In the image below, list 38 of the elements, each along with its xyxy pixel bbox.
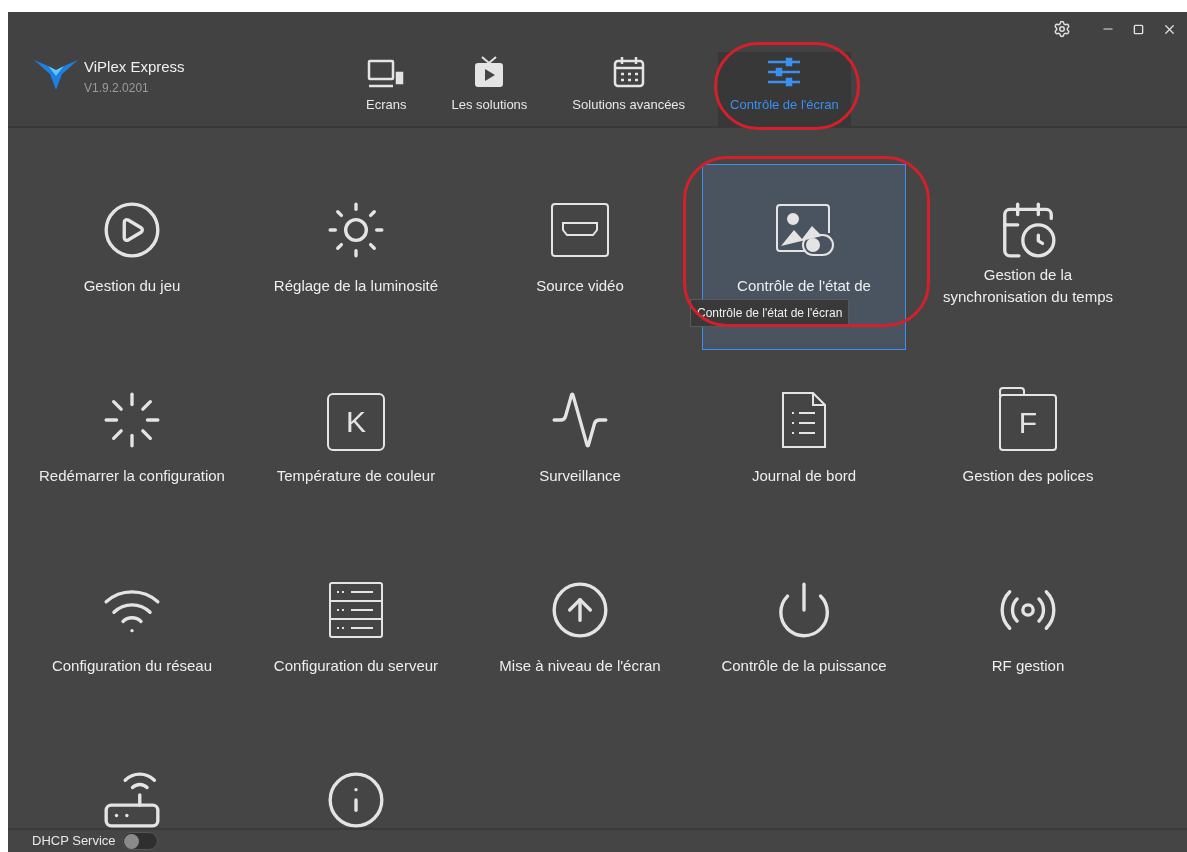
tile-label: Configuration du réseau bbox=[51, 656, 213, 676]
feature-tile[interactable]: Réglage de la luminosité bbox=[254, 164, 458, 350]
tile-label: Gestion du jeu bbox=[83, 276, 181, 296]
feature-tile[interactable]: Journal de bord bbox=[702, 354, 906, 540]
feature-tile[interactable]: Redémarrer la configuration bbox=[30, 354, 234, 540]
feature-tile[interactable]: Gestion de la synchronisation du temps bbox=[926, 164, 1130, 350]
nav-tab[interactable]: Les solutions bbox=[439, 52, 540, 126]
tile-label: Mise à niveau de l'écran bbox=[499, 656, 661, 676]
nav-tab[interactable]: Ecrans bbox=[354, 52, 419, 126]
tile-label: RF gestion bbox=[991, 656, 1065, 676]
feature-tile[interactable]: K Température de couleur bbox=[254, 354, 458, 540]
status-label: DHCP Service bbox=[32, 832, 116, 851]
tile-label: Température de couleur bbox=[276, 466, 436, 486]
feature-tile[interactable]: Gestion du jeu bbox=[30, 164, 234, 350]
tile-label: Gestion des polices bbox=[962, 466, 1094, 486]
letter-box-icon: K bbox=[327, 393, 385, 451]
feature-tile[interactable]: Source vidéo bbox=[478, 164, 682, 350]
nav-tab[interactable]: Solutions avancées bbox=[560, 52, 698, 126]
app-name: ViPlex Express bbox=[84, 57, 185, 77]
tile-label: Gestion de la synchronisation du temps bbox=[941, 265, 1115, 307]
tile-label: Source vidéo bbox=[536, 276, 624, 296]
feature-tile[interactable]: Configuration du serveur bbox=[254, 544, 458, 730]
feature-tile[interactable]: RF gestion bbox=[926, 544, 1130, 730]
feature-tile[interactable]: Surveillance bbox=[478, 354, 682, 540]
feature-tile[interactable]: Configuration du réseau bbox=[30, 544, 234, 730]
tile-label: Contrôle de l'état de bbox=[737, 276, 871, 296]
tile-label: Contrôle de la puissance bbox=[721, 656, 887, 676]
tile-label: Journal de bord bbox=[751, 466, 857, 486]
feature-tile[interactable]: F Gestion des polices bbox=[926, 354, 1130, 540]
tooltip: Contrôle de l'état de l'écran bbox=[690, 299, 850, 327]
tile-label: Réglage de la luminosité bbox=[273, 276, 439, 296]
tile-label: Configuration du serveur bbox=[273, 656, 439, 676]
feature-tile[interactable]: Mise à niveau de l'écran bbox=[478, 544, 682, 730]
feature-tile[interactable]: Contrôle de la puissance bbox=[702, 544, 906, 730]
tile-label: Surveillance bbox=[539, 466, 621, 486]
app-version: V1.9.2.0201 bbox=[84, 79, 150, 97]
tile-label: Redémarrer la configuration bbox=[39, 466, 225, 486]
nav-tab[interactable]: Contrôle de l'écran bbox=[718, 52, 851, 126]
